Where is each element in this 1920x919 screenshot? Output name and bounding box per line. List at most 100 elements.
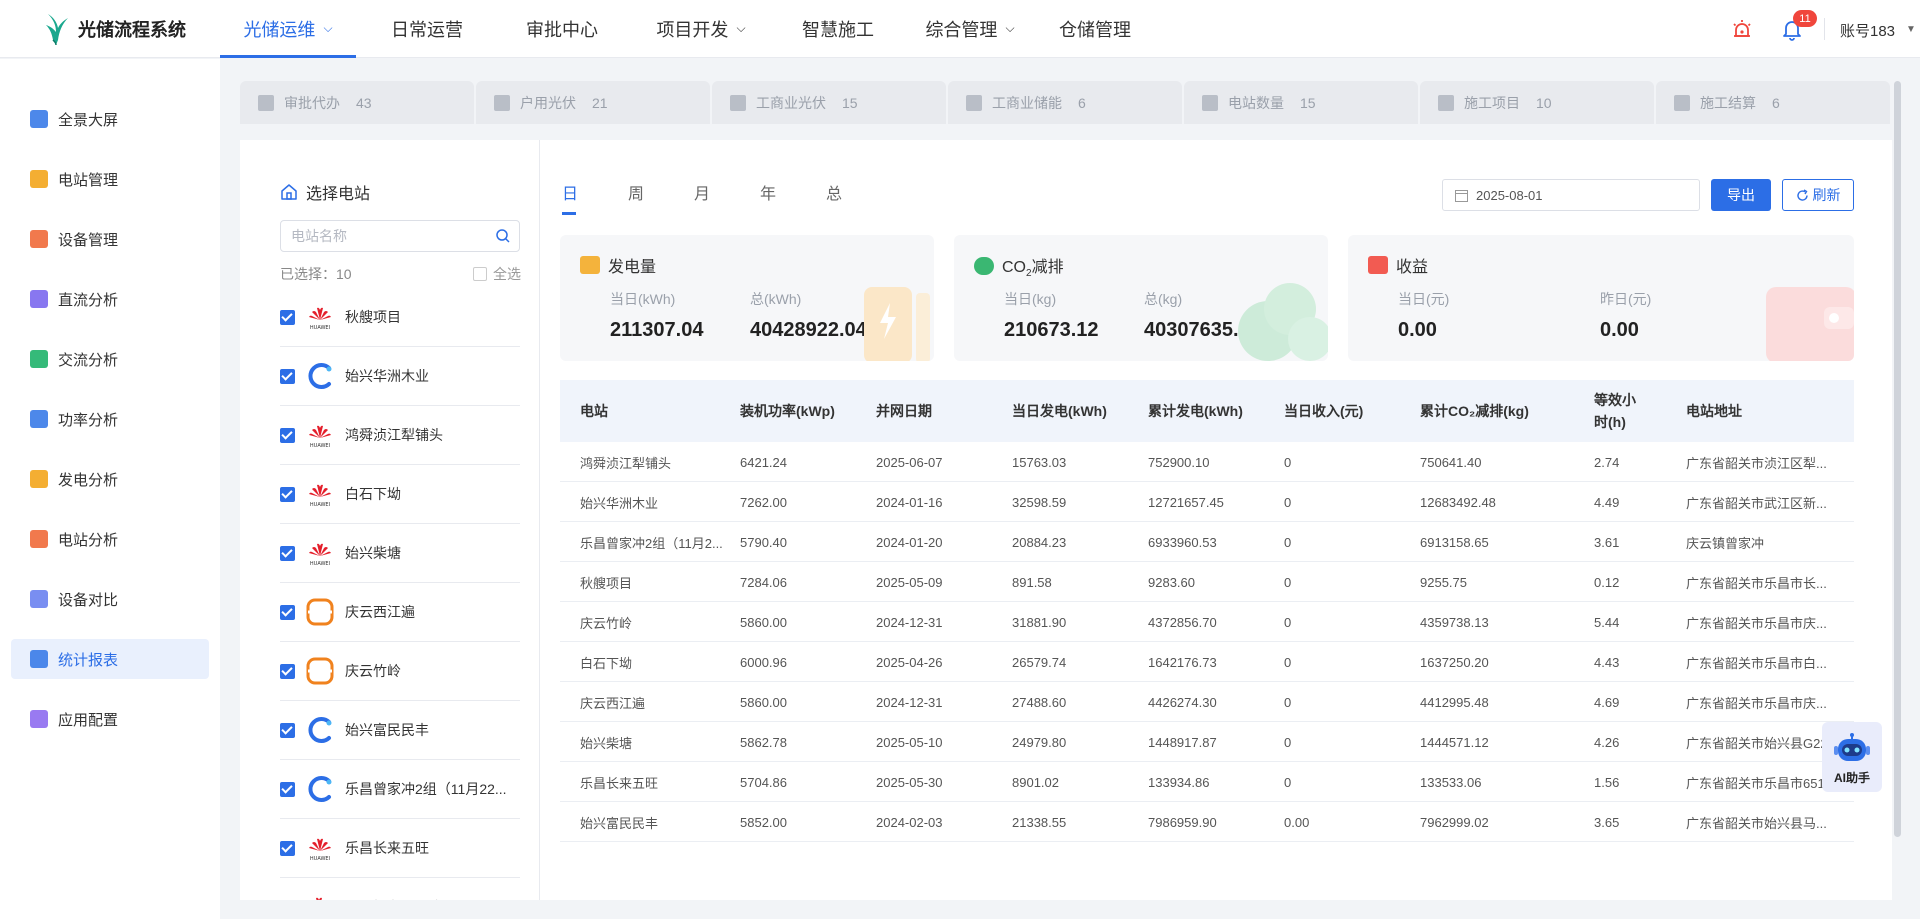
co2-title-suffix: 减排 — [1031, 259, 1064, 276]
period-tab-1[interactable]: 周 — [628, 180, 694, 214]
station-checkbox[interactable] — [280, 427, 295, 443]
station-list-item[interactable]: 乐昌曾家冲2组（11月22... — [280, 760, 520, 819]
select-all-checkbox[interactable] — [473, 267, 487, 281]
table-row[interactable]: 庆云竹岭 5860.00 2024-12-31 31881.90 4372856.70 0… — [560, 602, 1854, 642]
sidebar-item-0[interactable]: 全景大屏 — [11, 99, 209, 139]
table-row[interactable]: 鸿舜浈江犁铺头 6421.24 2025-06-07 15763.03 752900.1… — [560, 442, 1854, 482]
period-tab-0[interactable]: 日 — [562, 180, 628, 215]
table-row[interactable]: 乐昌长来五旺 5704.86 2025-05-30 8901.02 133934.86 0… — [560, 762, 1854, 802]
station-list-item[interactable]: HUAWEI 白石下坳 — [280, 465, 520, 524]
search-icon[interactable] — [495, 228, 511, 244]
page-scrollbar[interactable] — [1894, 81, 1901, 837]
station-list-item[interactable]: 庆云西江遍 — [280, 583, 520, 642]
period-tab-3[interactable]: 年 — [760, 180, 826, 214]
station-checkbox[interactable] — [280, 722, 295, 738]
station-list: HUAWEI 秋艘项目 始兴华洲木业 HUAWEI 鸿舜浈江犁铺头 HUAWEI 白石下坳 H… — [280, 288, 520, 900]
sidebar-item-9[interactable]: 统计报表 — [11, 639, 209, 679]
station-name: 乐昌曾家冲2组（11月22... — [345, 781, 507, 797]
station-checkbox[interactable] — [280, 368, 295, 384]
sidebar-item-3[interactable]: 直流分析 — [11, 279, 209, 319]
station-checkbox[interactable] — [280, 604, 295, 620]
summary-tab-4[interactable]: 电站数量 15 — [1184, 81, 1418, 124]
station-list-item[interactable]: HUAWEI 始兴柴塘 — [280, 524, 520, 583]
sidebar-item-2[interactable]: 设备管理 — [11, 219, 209, 259]
station-list-item[interactable]: HUAWEI 鸿舜浈江犁铺头 — [280, 406, 520, 465]
nav-item-4[interactable]: 智慧施工 — [776, 0, 900, 58]
refresh-button[interactable]: 刷新 — [1782, 179, 1854, 211]
table-row[interactable]: 白石下坳 6000.96 2025-04-26 26579.74 1642176.73 0… — [560, 642, 1854, 682]
table-cell: 133934.86 — [1148, 774, 1210, 790]
station-list-item[interactable]: HUAWEI 秋艘项目 — [280, 288, 520, 347]
summary-tab-0[interactable]: 审批代办 43 — [240, 81, 474, 124]
sidebar-item-8[interactable]: 设备对比 — [11, 579, 209, 619]
date-picker[interactable]: 2025-08-01 — [1442, 179, 1700, 211]
export-button[interactable]: 导出 — [1711, 179, 1771, 211]
station-checkbox[interactable] — [280, 781, 295, 797]
table-cell: 5790.40 — [740, 534, 787, 550]
table-header-cell[interactable]: 电站 — [580, 380, 730, 442]
table-row[interactable]: 始兴华洲木业 7262.00 2024-01-16 32598.59 12721657.… — [560, 482, 1854, 522]
table-header-cell[interactable]: 当日发电(kWh) — [1012, 380, 1142, 442]
period-tab-4[interactable]: 总 — [826, 180, 892, 214]
app-logo[interactable]: 光储流程系统 — [0, 0, 220, 58]
sidebar-item-1[interactable]: 电站管理 — [11, 159, 209, 199]
top-navbar: 光储流程系统 光储运维 ⌵ 日常运营 审批中心 项目开发 ⌵ 智慧施工 综合管理 ⌵ 仓储管理 1… — [0, 0, 1920, 58]
station-list-item[interactable]: 庆云竹岭 — [280, 642, 520, 701]
station-checkbox[interactable] — [280, 486, 295, 502]
nav-item-1[interactable]: 日常运营 — [356, 0, 498, 58]
chevron-down-icon[interactable]: ▼ — [1906, 24, 1916, 35]
summary-tab-1[interactable]: 户用光伏 21 — [476, 81, 710, 124]
table-header-cell[interactable]: 当日收入(元) — [1284, 380, 1414, 442]
table-header-cell[interactable]: 装机功率(kWp) — [740, 380, 870, 442]
table-cell: 6000.96 — [740, 654, 787, 670]
table-row[interactable]: 秋艘项目 7284.06 2025-05-09 891.58 9283.60 0 9255.… — [560, 562, 1854, 602]
table-row[interactable]: 始兴富民民丰 5852.00 2024-02-03 21338.55 7986959.9… — [560, 802, 1854, 842]
nav-item-5[interactable]: 综合管理 ⌵ — [900, 0, 1040, 58]
select-all[interactable]: 全选 — [473, 264, 521, 284]
construction-icon — [1438, 94, 1454, 111]
nav-item-6[interactable]: 仓储管理 — [1040, 0, 1150, 58]
summary-tab-3[interactable]: 工商业储能 6 — [948, 81, 1182, 124]
table-cell: 1.56 — [1594, 774, 1620, 790]
table-row[interactable]: 乐昌曾家冲2组（11月2... 5790.40 2024-01-20 20884.23… — [560, 522, 1854, 562]
account-name[interactable]: 账号183 — [1840, 20, 1895, 41]
table-row[interactable]: 始兴柴塘 5862.78 2025-05-10 24979.80 1448917.87 0… — [560, 722, 1854, 762]
station-checkbox[interactable] — [280, 545, 295, 561]
table-cell: 4359738.13 — [1420, 614, 1489, 630]
table-header-cell[interactable]: 电站地址 — [1686, 380, 1852, 442]
period-tab-2[interactable]: 月 — [694, 180, 760, 214]
table-row[interactable]: 庆云西江遍 5860.00 2024-12-31 27488.60 4426274.30… — [560, 682, 1854, 722]
station-checkbox[interactable] — [280, 840, 295, 856]
sidebar-item-label: 统计报表 — [58, 651, 119, 669]
ai-helper-button[interactable]: AI助手 — [1822, 722, 1882, 792]
station-list-item[interactable]: 始兴富民民丰 — [280, 701, 520, 760]
nav-item-0[interactable]: 光储运维 ⌵ — [220, 0, 356, 58]
chevron-down-icon: ⌵ — [1005, 21, 1015, 35]
station-list-item[interactable]: HUAWEI 乐昌长来灵口清源 — [280, 878, 520, 900]
income-yesterday-value: 0.00 — [1600, 319, 1639, 341]
sidebar-item-4[interactable]: 交流分析 — [11, 339, 209, 379]
nav-item-3[interactable]: 项目开发 ⌵ — [626, 0, 776, 58]
table-header-cell[interactable]: 累计CO₂减排(kg) — [1420, 380, 1590, 442]
table-cell: 0 — [1284, 614, 1292, 630]
table-header-cell[interactable]: 并网日期 — [876, 380, 1006, 442]
sidebar-item-6[interactable]: 发电分析 — [11, 459, 209, 499]
table-cell: 庆云镇曾家冲 — [1686, 535, 1765, 551]
table-cell: 1444571.12 — [1420, 734, 1489, 750]
table-header-cell[interactable]: 累计发电(kWh) — [1148, 380, 1278, 442]
nav-item-2[interactable]: 审批中心 — [498, 0, 626, 58]
table-header-cell[interactable]: 等效小时(h) — [1594, 380, 1644, 442]
station-search-input[interactable] — [281, 221, 481, 251]
station-checkbox[interactable] — [280, 309, 295, 325]
summary-tab-2[interactable]: 工商业光伏 15 — [712, 81, 946, 124]
summary-tab-6[interactable]: 施工结算 6 — [1656, 81, 1890, 124]
station-list-item[interactable]: 始兴华洲木业 — [280, 347, 520, 406]
sidebar-item-10[interactable]: 应用配置 — [11, 699, 209, 739]
sidebar-item-5[interactable]: 功率分析 — [11, 399, 209, 439]
station-checkbox[interactable] — [280, 663, 295, 679]
sidebar-item-7[interactable]: 电站分析 — [11, 519, 209, 559]
summary-tab-5[interactable]: 施工项目 10 — [1420, 81, 1654, 124]
station-list-item[interactable]: HUAWEI 乐昌长来五旺 — [280, 819, 520, 878]
alarm-icon[interactable] — [1730, 17, 1754, 41]
svg-text:HUAWEI: HUAWEI — [310, 325, 330, 331]
